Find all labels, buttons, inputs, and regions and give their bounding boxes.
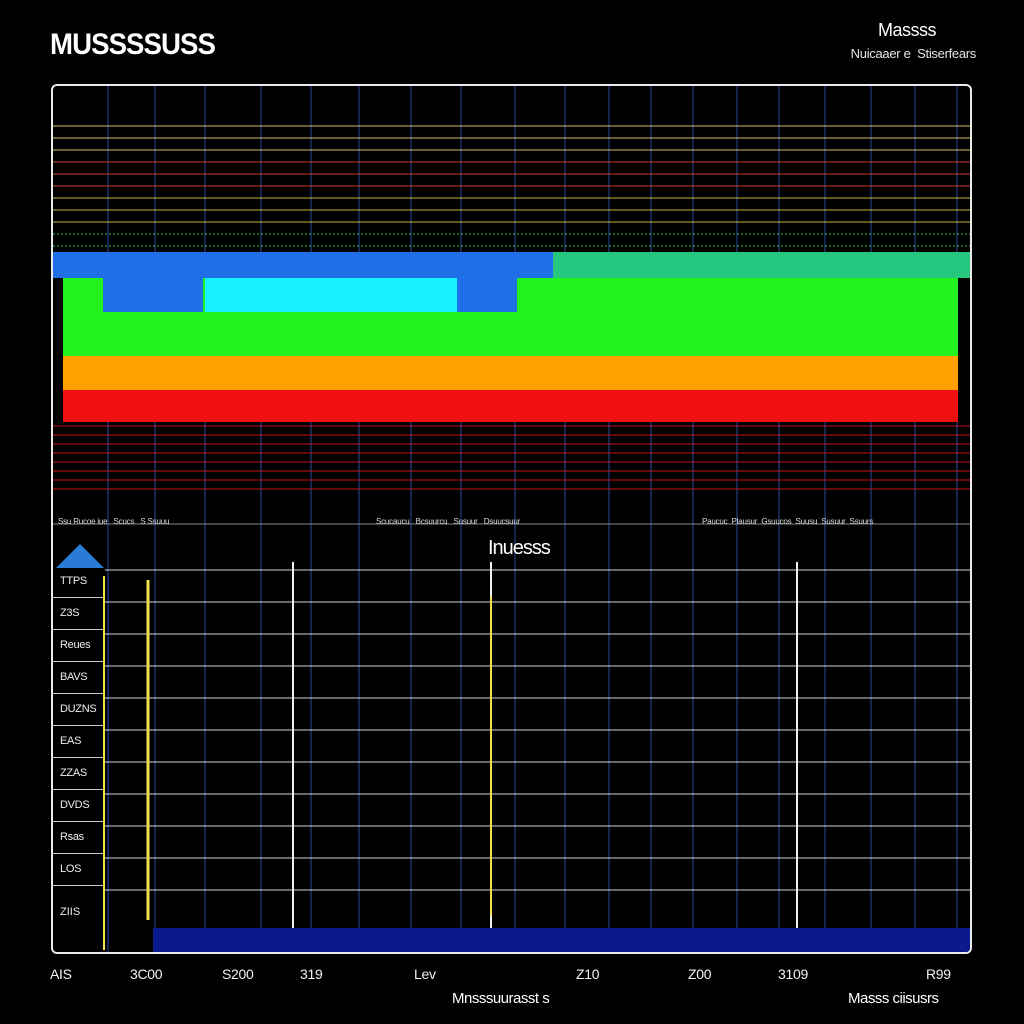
label-row-right: Paucuc Plausur Gsuucos Suusu Susuur Ssuu… (702, 517, 873, 526)
band-orange (63, 356, 958, 390)
band-cyan-block (205, 278, 457, 312)
label-row-item: Bcsuurcu (415, 517, 448, 526)
band-red (63, 390, 958, 422)
up-triangle-icon[interactable] (56, 544, 104, 568)
x-tick: Z00 (688, 966, 712, 982)
inner-panel-title: Inuesss (488, 537, 551, 559)
band-blue-block (103, 278, 203, 312)
band-green (63, 312, 958, 356)
x-tick: S200 (222, 966, 254, 982)
label-row-item: Susuur (821, 517, 846, 526)
side-legend-item[interactable]: BAVS (51, 662, 103, 694)
x-tick: 319 (300, 966, 323, 982)
label-row-left: Ssu Rucoe iue Scucs S Ssuuu (58, 517, 169, 526)
label-row-item: Susuur (453, 517, 478, 526)
side-legend-item[interactable]: EAS (51, 726, 103, 758)
side-legend-item[interactable]: DVDS (51, 790, 103, 822)
x-tick: AIS (50, 966, 72, 982)
label-row-item: Ssuurs (849, 517, 874, 526)
side-legend-item[interactable]: ZZAS (51, 758, 103, 790)
side-legend-item[interactable]: LOS (51, 854, 103, 886)
x-tick: 3109 (778, 966, 808, 982)
label-row-item: Paucuc (702, 517, 728, 526)
x-axis-label: Mnsssuurasst s (452, 990, 550, 1007)
side-legend: TTPS Z3S Reues BAVS DUZNS EAS ZZAS DVDS … (51, 566, 103, 886)
label-row-item: Suusu (795, 517, 818, 526)
header-right-title: Massss (877, 20, 937, 40)
label-row-item: Plausur (731, 517, 758, 526)
x-tick: 3C00 (130, 966, 163, 982)
label-row-item: Gsuucos (761, 517, 792, 526)
label-row-item: Dsuucsuur (483, 517, 521, 526)
side-legend-item[interactable]: Z3S (51, 598, 103, 630)
side-legend-item[interactable]: TTPS (51, 566, 103, 598)
header-right-subtitle: Nuicaaer e Stiserfears (850, 46, 977, 61)
side-legend-bottom: ZIIS (60, 906, 81, 918)
label-row-item: Scucaucu (376, 517, 410, 526)
app-title: MUSSSSUSS (50, 28, 216, 61)
band-blue-block (457, 278, 517, 312)
side-legend-item[interactable]: Rsas (51, 822, 103, 854)
side-legend-item[interactable]: Reues (51, 630, 103, 662)
x-tick: R99 (926, 966, 951, 982)
label-row-item: S Ssuuu (140, 517, 170, 526)
floor-bar (153, 928, 970, 952)
band-teal (553, 252, 970, 278)
x-axis-label-secondary: Masss ciisusrs (848, 990, 939, 1007)
x-tick: Lev (414, 966, 436, 982)
side-legend-item[interactable]: DUZNS (51, 694, 103, 726)
label-row-item: Ssu Rucoe iue (58, 517, 108, 526)
x-tick: Z10 (576, 966, 600, 982)
label-row-mid: Scucaucu Bcsuurcu Susuur Dsuucsuur (376, 517, 520, 526)
label-row-item: Scucs (113, 517, 135, 526)
